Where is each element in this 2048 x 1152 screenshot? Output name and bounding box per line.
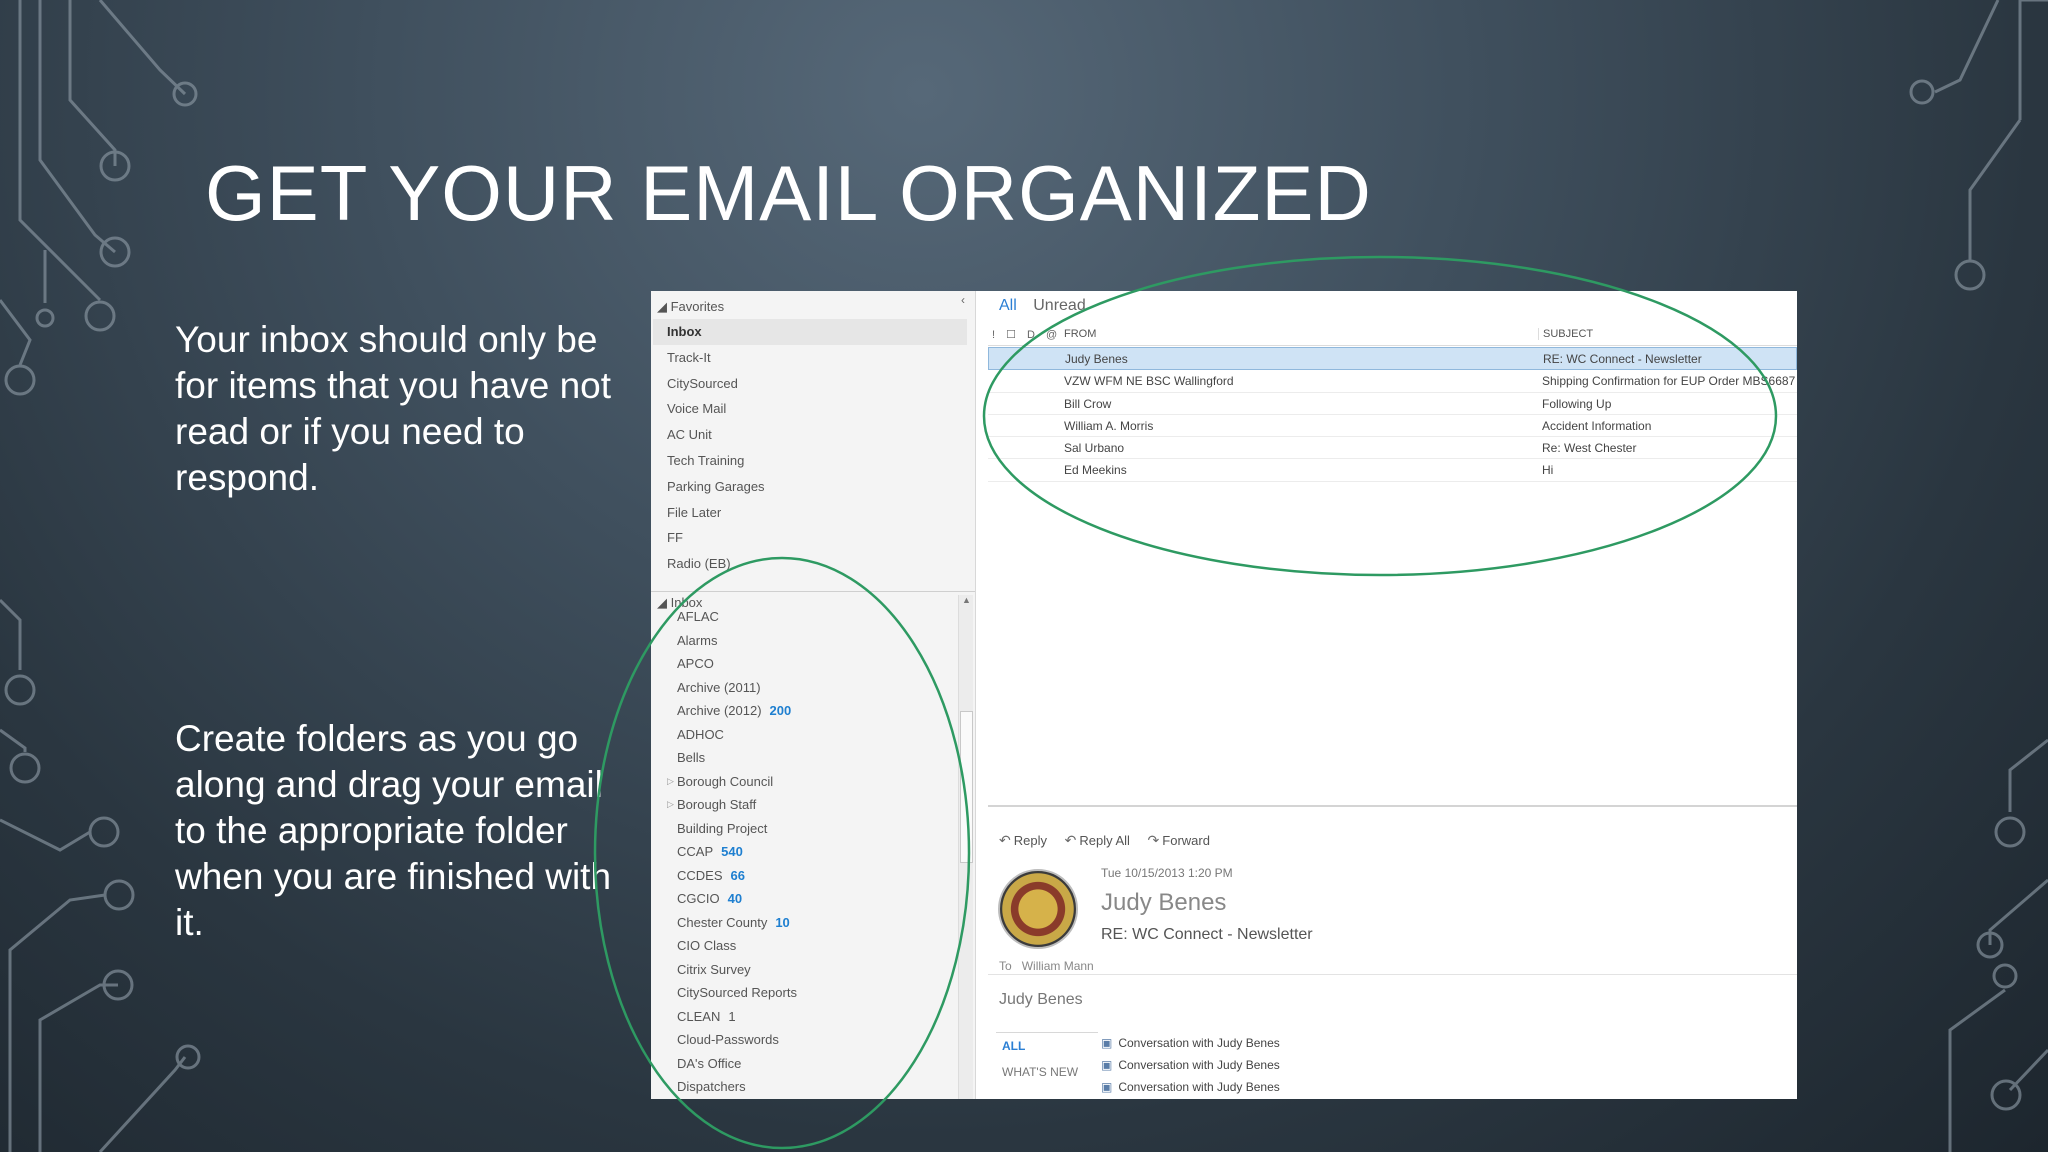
folder-item[interactable]: ▷ Borough Staff <box>667 793 957 817</box>
favorites-list: Inbox Track-It CitySourced Voice Mail AC… <box>653 319 967 577</box>
recipient-divider <box>988 974 1797 975</box>
conversation-icon: ▣ <box>1101 1080 1113 1094</box>
favorite-ff[interactable]: FF <box>667 525 967 551</box>
folder-item[interactable]: DA's Office <box>677 1052 957 1076</box>
forward-icon: ↷ <box>1147 832 1160 848</box>
filter-all[interactable]: All <box>999 297 1017 314</box>
favorite-track-it[interactable]: Track-It <box>667 345 967 371</box>
expand-triangle-icon[interactable]: ▷ <box>667 770 674 794</box>
collapse-pane-icon[interactable]: ‹ <box>961 293 965 307</box>
reply-icon: ↶ <box>999 832 1011 848</box>
favorite-parking-garages[interactable]: Parking Garages <box>667 474 967 500</box>
folder-item[interactable]: Archive (2011) <box>677 676 957 700</box>
people-pane-tabs: ALL WHAT'S NEW <box>996 1032 1098 1085</box>
conversation-item[interactable]: ▣ Conversation with Judy Benes <box>1101 1054 1280 1076</box>
scroll-thumb[interactable] <box>960 711 973 863</box>
sender-avatar <box>998 869 1078 949</box>
folder-item[interactable]: ▷ Borough Council <box>667 770 957 794</box>
paragraph-folders-tip: Create folders as you go along and drag … <box>175 718 612 943</box>
paragraph-inbox-tip: Your inbox should only be for items that… <box>175 319 612 498</box>
conversation-list: ▣ Conversation with Judy Benes ▣ Conversat… <box>1101 1032 1280 1098</box>
unread-count: 40 <box>727 891 743 906</box>
tab-whats-new[interactable]: WHAT'S NEW <box>996 1059 1098 1085</box>
unread-count: 10 <box>775 914 790 930</box>
message-sender[interactable]: Judy Benes <box>1101 889 1226 917</box>
folder-item[interactable]: Bells <box>677 746 957 770</box>
unread-count: 66 <box>730 867 745 883</box>
message-row[interactable]: VZW WFM NE BSC Wallingford Shipping Confi… <box>988 370 1797 393</box>
nav-divider <box>651 591 975 592</box>
folder-item[interactable]: CLEAN 1 <box>677 1005 957 1029</box>
message-recipient: To William Mann <box>999 959 1094 973</box>
favorite-citysourced[interactable]: CitySourced <box>667 371 967 397</box>
view-filters: All Unread <box>999 297 1086 315</box>
folder-item[interactable]: APCO <box>677 652 957 676</box>
filter-unread[interactable]: Unread <box>1033 297 1085 314</box>
folder-item[interactable]: ADHOC <box>677 723 957 747</box>
message-list-header: ! ☐ D @ FROM SUBJECT <box>988 325 1797 346</box>
folder-item[interactable]: CitySourced Reports <box>677 981 957 1005</box>
conversation-item[interactable]: ▣ Conversation with Judy Benes <box>1101 1076 1280 1098</box>
outlook-screenshot: ‹ ◢ Favorites Inbox Track-It CitySourced… <box>651 291 1797 1099</box>
folder-item[interactable]: Dispatchers <box>677 1075 957 1099</box>
message-body-name: Judy Benes <box>999 991 1083 1008</box>
conversation-icon: ▣ <box>1101 1058 1113 1072</box>
tab-all[interactable]: ALL <box>996 1033 1098 1059</box>
folder-item[interactable]: Chester County 10 <box>677 911 957 935</box>
folder-item[interactable]: AFLAC <box>677 605 957 629</box>
reply-all-icon: ↶ <box>1064 832 1077 848</box>
column-subject[interactable]: SUBJECT <box>1538 328 1593 340</box>
column-from[interactable]: FROM <box>1064 328 1096 340</box>
message-row[interactable]: Bill Crow Following Up <box>988 393 1797 415</box>
conversation-icon: ▣ <box>1101 1036 1113 1050</box>
inbox-folder-list: AFLAC Alarms APCO Archive (2011) Archive… <box>667 605 957 1099</box>
folder-item[interactable]: Building Project <box>677 817 957 841</box>
slide-title: GET YOUR EMAIL ORGANIZED <box>205 149 1372 237</box>
scroll-up-icon[interactable]: ▲ <box>962 595 971 605</box>
folder-item[interactable]: Cloud-Passwords <box>677 1028 957 1052</box>
folder-item[interactable]: Citrix Survey <box>677 958 957 982</box>
message-row[interactable]: Sal Urbano Re: West Chester <box>988 437 1797 460</box>
folder-item[interactable]: CCAP 540 <box>677 840 957 864</box>
reply-button[interactable]: ↶ Reply <box>999 832 1047 848</box>
favorite-radio[interactable]: Radio (EB) <box>667 551 967 577</box>
reply-all-button[interactable]: ↶ Reply All <box>1064 832 1130 848</box>
message-row[interactable]: William A. Morris Accident Information <box>988 415 1797 438</box>
reading-actions: ↶ Reply ↶ Reply All ↷ Forward <box>999 832 1224 849</box>
expand-triangle-icon[interactable]: ▷ <box>667 793 674 817</box>
forward-button[interactable]: ↷ Forward <box>1147 832 1210 848</box>
favorite-inbox[interactable]: Inbox <box>653 319 967 345</box>
folder-item[interactable]: CCDES 66 <box>677 864 957 888</box>
favorite-ac-unit[interactable]: AC Unit <box>667 422 967 448</box>
unread-count: 200 <box>769 703 792 718</box>
folder-pane: ‹ ◢ Favorites Inbox Track-It CitySourced… <box>651 291 976 1099</box>
column-icons[interactable]: ! ☐ D @ <box>992 328 1061 341</box>
folder-item[interactable]: Archive (2012) 200 <box>677 699 957 723</box>
favorite-file-later[interactable]: File Later <box>667 500 967 526</box>
folder-item[interactable]: Alarms <box>677 629 957 653</box>
reading-pane-divider[interactable] <box>988 805 1797 807</box>
message-list: Judy Benes RE: WC Connect - Newsletter VZ… <box>988 347 1797 482</box>
folder-scrollbar[interactable]: ▲ <box>958 595 973 1099</box>
message-row[interactable]: Judy Benes RE: WC Connect - Newsletter <box>988 347 1797 371</box>
favorite-tech-training[interactable]: Tech Training <box>667 448 967 474</box>
message-subject: RE: WC Connect - Newsletter <box>1101 926 1313 943</box>
folder-item[interactable]: CIO Class <box>677 934 957 958</box>
conversation-item[interactable]: ▣ Conversation with Judy Benes <box>1101 1032 1280 1054</box>
unread-count: 540 <box>721 844 743 859</box>
message-date: Tue 10/15/2013 1:20 PM <box>1101 866 1233 880</box>
message-row[interactable]: Ed Meekins Hi <box>988 459 1797 482</box>
favorites-header[interactable]: ◢ Favorites <box>657 299 724 315</box>
unread-count: 1 <box>728 1008 736 1024</box>
folder-item[interactable]: CGCIO 40 <box>677 887 957 911</box>
favorite-voice-mail[interactable]: Voice Mail <box>667 396 967 422</box>
